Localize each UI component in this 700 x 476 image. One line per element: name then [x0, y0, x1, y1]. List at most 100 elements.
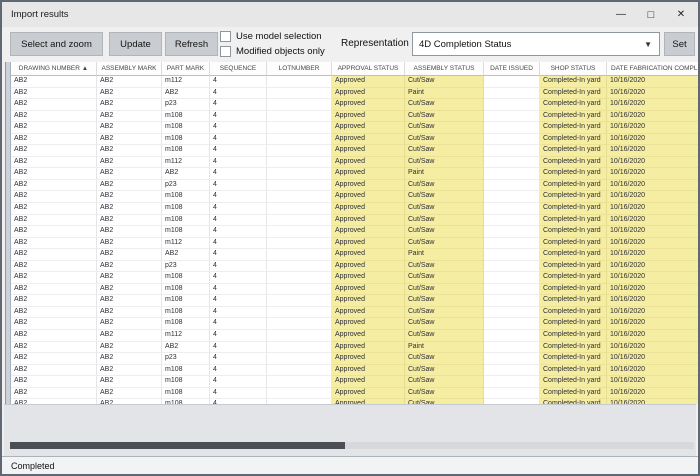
cell: AB2	[97, 284, 162, 296]
cell: Approved	[332, 295, 405, 307]
table-row[interactable]: AB2AB2m1124ApprovedCut/SawCompleted-In y…	[11, 157, 699, 169]
column-header-drawing-number[interactable]: DRAWING NUMBER ▲	[11, 62, 97, 76]
table-row[interactable]: AB2AB2m1084ApprovedCut/SawCompleted-In y…	[11, 284, 699, 296]
cell: AB2	[11, 203, 97, 215]
cell	[484, 145, 540, 157]
horizontal-scrollbar-thumb[interactable]	[10, 442, 345, 449]
representation-dropdown[interactable]: 4D Completion Status ▼	[412, 32, 660, 56]
set-button[interactable]: Set	[664, 32, 695, 56]
cell: Approved	[332, 330, 405, 342]
horizontal-scrollbar[interactable]	[10, 442, 694, 449]
select-and-zoom-button[interactable]: Select and zoom	[10, 32, 103, 56]
table-row[interactable]: AB2AB2m1124ApprovedCut/SawCompleted-In y…	[11, 330, 699, 342]
cell: Cut/Saw	[405, 134, 484, 146]
table-row[interactable]: AB2AB2p234ApprovedCut/SawCompleted-In ya…	[11, 261, 699, 273]
table-row[interactable]: AB2AB2m1084ApprovedCut/SawCompleted-In y…	[11, 307, 699, 319]
cell: 4	[210, 180, 267, 192]
import-results-window: Import results — □ ✕ Select and zoom Upd…	[0, 0, 700, 476]
table-row[interactable]: AB2AB2p234ApprovedCut/SawCompleted-In ya…	[11, 180, 699, 192]
cell: Cut/Saw	[405, 180, 484, 192]
column-header-assembly-mark[interactable]: ASSEMBLY MARK	[97, 62, 162, 76]
cell: Completed-In yard	[540, 365, 607, 377]
cell: Completed-In yard	[540, 388, 607, 400]
cell: 4	[210, 272, 267, 284]
refresh-button[interactable]: Refresh	[165, 32, 218, 56]
cell: AB2	[97, 168, 162, 180]
maximize-icon[interactable]: □	[636, 2, 666, 27]
table-row[interactable]: AB2AB2m1084ApprovedCut/SawCompleted-In y…	[11, 134, 699, 146]
table-row[interactable]: AB2AB2m1084ApprovedCut/SawCompleted-In y…	[11, 376, 699, 388]
cell: Approved	[332, 191, 405, 203]
table-row[interactable]: AB2AB2m1084ApprovedCut/SawCompleted-In y…	[11, 272, 699, 284]
minimize-icon[interactable]: —	[606, 2, 636, 27]
table-row[interactable]: AB2AB2m1084ApprovedCut/SawCompleted-In y…	[11, 191, 699, 203]
table-row[interactable]: AB2AB2m1084ApprovedCut/SawCompleted-In y…	[11, 111, 699, 123]
use-model-selection-checkbox[interactable]	[220, 31, 231, 42]
cell: 10/16/2020	[607, 145, 699, 157]
cell: 10/16/2020	[607, 111, 699, 123]
cell: 10/16/2020	[607, 261, 699, 273]
column-header-assembly-status[interactable]: ASSEMBLY STATUS	[405, 62, 484, 76]
cell: 10/16/2020	[607, 191, 699, 203]
table-row[interactable]: AB2AB2p234ApprovedCut/SawCompleted-In ya…	[11, 353, 699, 365]
cell: Completed-In yard	[540, 261, 607, 273]
table-row[interactable]: AB2AB2m1084ApprovedCut/SawCompleted-In y…	[11, 295, 699, 307]
cell: AB2	[97, 261, 162, 273]
column-header-approval-status[interactable]: APPROVAL STATUS	[332, 62, 405, 76]
table-row[interactable]: AB2AB2m1124ApprovedCut/SawCompleted-In y…	[11, 76, 699, 88]
cell: Completed-In yard	[540, 145, 607, 157]
table-row[interactable]: AB2AB2m1084ApprovedCut/SawCompleted-In y…	[11, 388, 699, 400]
cell: Paint	[405, 168, 484, 180]
cell: Completed-In yard	[540, 88, 607, 100]
cell: Completed-In yard	[540, 249, 607, 261]
cell: Approved	[332, 284, 405, 296]
column-header-date-fabrication-compl[interactable]: DATE FABRICATION COMPL	[607, 62, 699, 76]
table-row[interactable]: AB2AB2m1084ApprovedCut/SawCompleted-In y…	[11, 122, 699, 134]
cell: 4	[210, 284, 267, 296]
table-row[interactable]: AB2AB2AB24ApprovedPaintCompleted-In yard…	[11, 342, 699, 354]
cell	[267, 168, 332, 180]
cell: Approved	[332, 365, 405, 377]
cell: 10/16/2020	[607, 272, 699, 284]
modified-objects-only-checkbox[interactable]	[220, 46, 231, 57]
cell	[267, 99, 332, 111]
cell: p23	[162, 99, 210, 111]
update-button[interactable]: Update	[109, 32, 162, 56]
column-header-part-mark[interactable]: PART MARK	[162, 62, 210, 76]
table-row[interactable]: AB2AB2m1084ApprovedCut/SawCompleted-In y…	[11, 203, 699, 215]
column-header-sequence[interactable]: SEQUENCE	[210, 62, 267, 76]
table-row[interactable]: AB2AB2m1084ApprovedCut/SawCompleted-In y…	[11, 215, 699, 227]
table-row[interactable]: AB2AB2AB24ApprovedPaintCompleted-In yard…	[11, 168, 699, 180]
column-header-shop-status[interactable]: SHOP STATUS	[540, 62, 607, 76]
cell: AB2	[97, 226, 162, 238]
cell: Paint	[405, 342, 484, 354]
status-text: Completed	[2, 461, 55, 471]
close-icon[interactable]: ✕	[666, 2, 696, 27]
cell: 10/16/2020	[607, 88, 699, 100]
column-header-lotnumber[interactable]: LOTNUMBER	[267, 62, 332, 76]
cell: m108	[162, 284, 210, 296]
table-row[interactable]: AB2AB2AB24ApprovedPaintCompleted-In yard…	[11, 88, 699, 100]
column-header-date-issued[interactable]: DATE ISSUED	[484, 62, 540, 76]
cell: AB2	[11, 284, 97, 296]
cell: AB2	[11, 238, 97, 250]
cell: AB2	[11, 376, 97, 388]
cell: m108	[162, 226, 210, 238]
table-row[interactable]: AB2AB2m1084ApprovedCut/SawCompleted-In y…	[11, 318, 699, 330]
cell: AB2	[97, 76, 162, 88]
cell: 4	[210, 388, 267, 400]
table-row[interactable]: AB2AB2AB24ApprovedPaintCompleted-In yard…	[11, 249, 699, 261]
cell: Approved	[332, 215, 405, 227]
cell: AB2	[11, 307, 97, 319]
table-row[interactable]: AB2AB2m1084ApprovedCut/SawCompleted-In y…	[11, 145, 699, 157]
table-row[interactable]: AB2AB2m1084ApprovedCut/SawCompleted-In y…	[11, 365, 699, 377]
cell: 4	[210, 134, 267, 146]
table-row[interactable]: AB2AB2m1084ApprovedCut/SawCompleted-In y…	[11, 226, 699, 238]
cell	[267, 376, 332, 388]
cell	[484, 376, 540, 388]
table-row[interactable]: AB2AB2p234ApprovedCut/SawCompleted-In ya…	[11, 99, 699, 111]
table-row[interactable]: AB2AB2m1124ApprovedCut/SawCompleted-In y…	[11, 238, 699, 250]
cell: AB2	[97, 353, 162, 365]
cell: Approved	[332, 203, 405, 215]
cell	[267, 122, 332, 134]
